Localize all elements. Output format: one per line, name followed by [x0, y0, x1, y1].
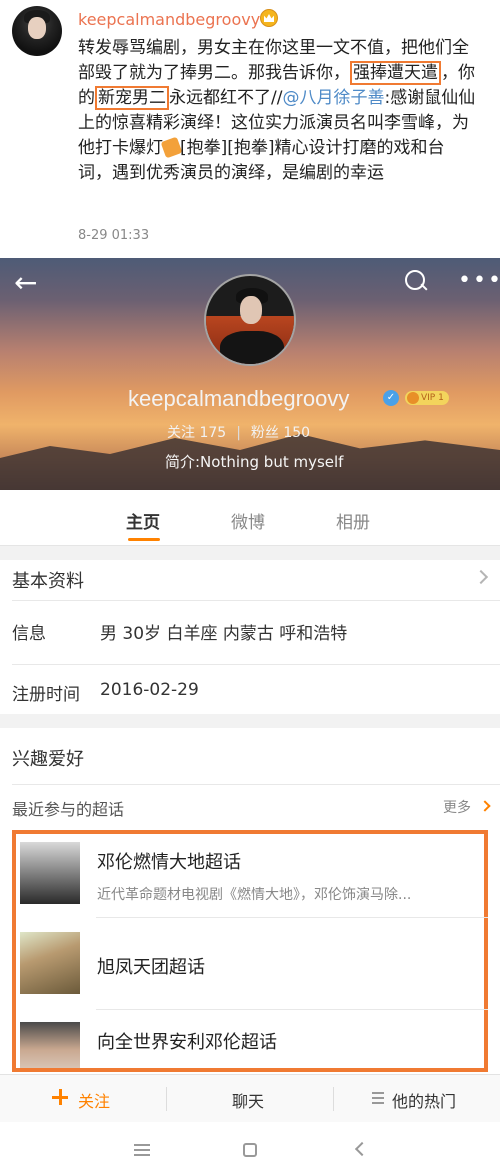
chevron-right-icon[interactable] [473, 569, 489, 585]
hot-posts-button[interactable]: 他的热门 [392, 1088, 456, 1112]
list-icon[interactable] [372, 1092, 384, 1104]
post-username[interactable]: keepcalmandbegroovy [78, 10, 260, 29]
section-gap [0, 714, 500, 728]
tab-weibo[interactable]: 微博 [231, 508, 265, 533]
recent-topics-label: 最近参与的超话 [12, 800, 125, 819]
divider [333, 1087, 334, 1111]
register-label: 注册时间 [12, 685, 80, 705]
weibo-post: keepcalmandbegroovy 转发辱骂编剧，男女主在你这里一文不值，把… [0, 0, 500, 258]
info-value: 男 30岁 白羊座 内蒙古 呼和浩特 [100, 624, 348, 644]
back-arrow-icon[interactable]: ← [14, 268, 44, 298]
divider [12, 784, 500, 785]
topic-title: 向全世界安利邓伦超话 [97, 1032, 277, 1053]
chat-button[interactable]: 聊天 [232, 1088, 264, 1112]
divider [96, 1009, 488, 1010]
followers-label: 粉丝 [250, 425, 279, 441]
following-label: 关注 [167, 425, 195, 441]
register-value: 2016-02-29 [100, 680, 199, 700]
post-timestamp: 8-29 01:33 [78, 228, 150, 243]
topic-title: 邓伦燃情大地超话 [97, 852, 241, 873]
profile-name: keepcalmandbegroovy [128, 386, 350, 411]
search-icon[interactable] [403, 268, 429, 294]
crown-icon [260, 9, 278, 27]
topic-item[interactable]: 旭凤天团超话 [18, 930, 488, 1002]
post-body: 转发辱骂编剧，男女主在你这里一文不值，把他们全部毁了就为了捧男二。那我告诉你，强… [78, 36, 478, 186]
divider [12, 600, 500, 601]
followers-link[interactable]: 粉丝 150 [251, 425, 310, 441]
post-text: 永远都红不了// [169, 88, 283, 108]
chevron-right-icon[interactable] [479, 800, 491, 812]
highlighted-phrase: 强捧遭天遣 [350, 61, 441, 85]
topic-thumbnail [20, 842, 80, 904]
action-bar: 关注 聊天 他的热门 [0, 1074, 500, 1122]
profile-avatar[interactable] [204, 274, 296, 366]
following-count: 175 [199, 425, 227, 441]
system-nav-bar [0, 1122, 500, 1175]
mention-link[interactable]: @八月徐子善 [282, 88, 384, 108]
tab-home[interactable]: 主页 [126, 508, 160, 533]
more-options-icon[interactable]: ••• [458, 268, 500, 293]
topic-thumbnail [20, 1022, 80, 1068]
back-icon[interactable] [354, 1141, 370, 1157]
stats-divider: | [236, 425, 241, 441]
post-avatar[interactable] [12, 6, 62, 56]
section-gap [0, 546, 500, 560]
interests-title: 兴趣爱好 [12, 749, 84, 770]
followers-count: 150 [283, 425, 311, 441]
following-link[interactable]: 关注 175 [167, 425, 226, 441]
tab-album[interactable]: 相册 [336, 508, 370, 533]
topic-item[interactable]: 邓伦燃情大地超话 近代革命题材电视剧《燃情大地》，邓伦饰演马除... [18, 840, 488, 912]
highlighted-phrase: 新宠男二 [95, 86, 169, 110]
divider [12, 664, 500, 665]
profile-header: ← ••• keepcalmandbegroovy ✓ VIP 1 关注 175… [0, 258, 500, 490]
profile-stats: 关注 175 | 粉丝 150 [167, 422, 310, 442]
more-link[interactable]: 更多 [443, 797, 471, 817]
divider [96, 917, 488, 918]
vip-badge: VIP 1 [405, 391, 449, 405]
verified-icon: ✓ [383, 390, 399, 406]
active-tab-indicator [128, 538, 160, 541]
follow-button[interactable]: 关注 [78, 1088, 110, 1112]
profile-tabs: 主页 微博 相册 [0, 490, 500, 546]
divider [166, 1087, 167, 1111]
plus-icon[interactable] [52, 1089, 68, 1105]
menu-icon[interactable] [134, 1144, 150, 1156]
profile-bio: 简介:Nothing but myself [165, 453, 344, 471]
topic-title: 旭凤天团超话 [97, 957, 205, 978]
topic-thumbnail [20, 932, 80, 994]
info-label: 信息 [12, 624, 46, 644]
basic-info-title[interactable]: 基本资料 [12, 567, 84, 593]
home-icon[interactable] [243, 1143, 257, 1157]
topic-description: 近代革命题材电视剧《燃情大地》，邓伦饰演马除... [97, 887, 412, 903]
topic-item[interactable]: 向全世界安利邓伦超话 [18, 1020, 488, 1068]
